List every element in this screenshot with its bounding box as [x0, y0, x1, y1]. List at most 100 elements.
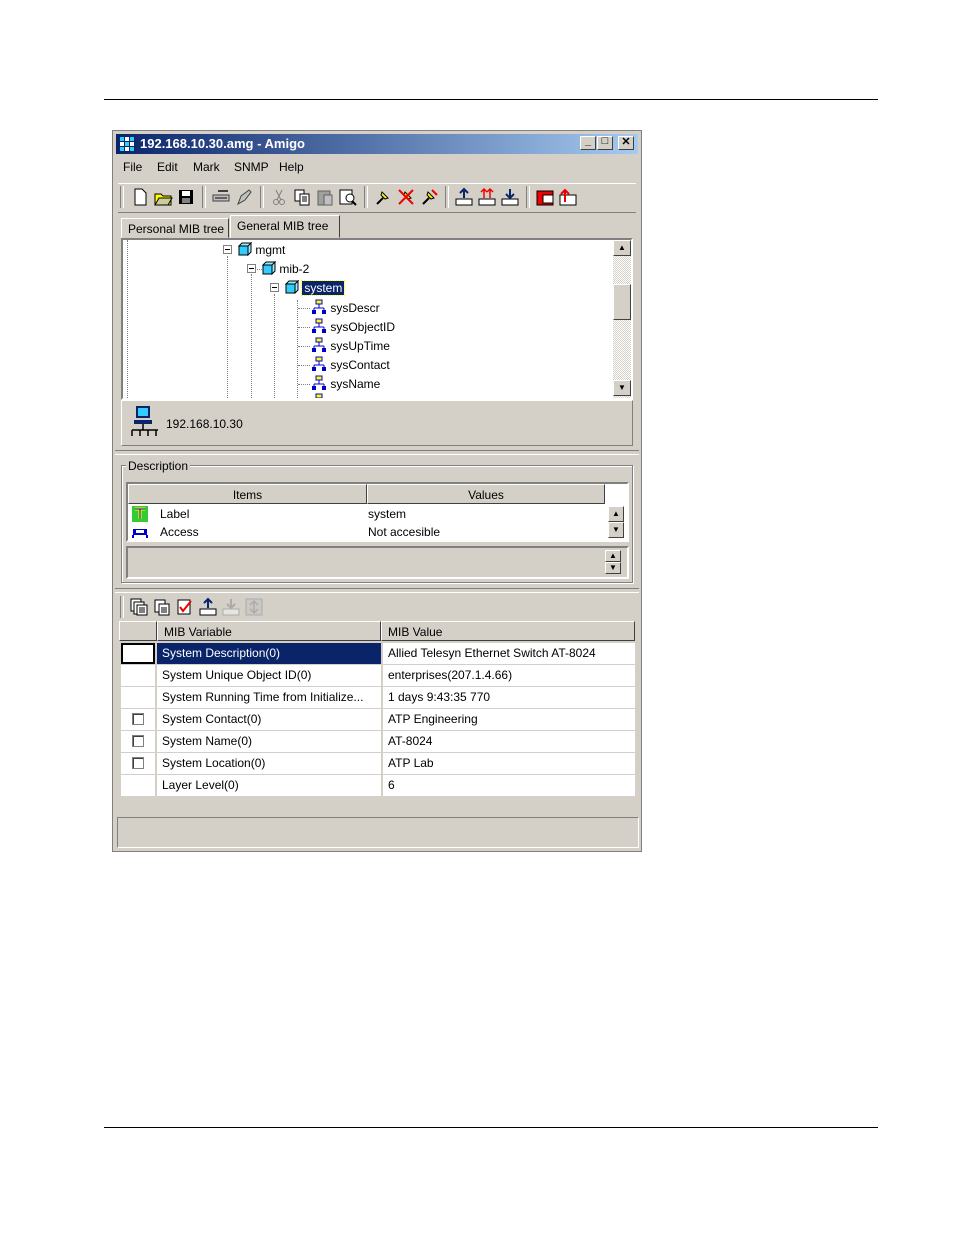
pane-splitter[interactable]	[115, 588, 639, 593]
scroll-down-button[interactable]: ▼	[613, 380, 631, 396]
maximize-button[interactable]: □	[597, 135, 613, 150]
tree-node-system[interactable]: system	[283, 279, 346, 298]
table-row[interactable]: Layer Level(0) 6	[119, 775, 635, 797]
column-header-mib-variable[interactable]: MIB Variable	[157, 621, 381, 641]
close-button[interactable]: ✕	[618, 136, 634, 150]
mib-value-cell[interactable]: ATP Lab	[383, 753, 635, 774]
new-icon[interactable]	[129, 186, 151, 208]
mib-value-cell[interactable]: 1 days 9:43:35 770	[383, 687, 635, 708]
set-disabled-icon[interactable]	[220, 596, 242, 618]
tree-leaf-sysdescr[interactable]: sysDescr	[311, 299, 380, 317]
tree-leaf-partial	[311, 393, 327, 398]
title-bar[interactable]: 192.168.10.30.amg - Amigo _ □ ✕	[116, 134, 638, 154]
row-selector[interactable]	[121, 665, 155, 686]
tree-node-mgmt[interactable]: mgmt	[236, 241, 285, 260]
scroll-down-button[interactable]: ▼	[608, 522, 624, 538]
main-toolbar	[118, 183, 636, 213]
mib-variable-cell[interactable]: Layer Level(0)	[157, 775, 381, 796]
tab-personal-mib-tree[interactable]: Personal MIB tree	[121, 218, 229, 238]
menu-mark[interactable]: Mark	[193, 160, 220, 174]
mib-variable-cell[interactable]: System Unique Object ID(0)	[157, 665, 381, 686]
pane-splitter[interactable]	[115, 450, 639, 455]
tree-node-label: sysName	[330, 377, 381, 391]
row-selector[interactable]	[121, 775, 155, 796]
get-icon[interactable]	[197, 596, 219, 618]
copy-icon[interactable]	[291, 186, 313, 208]
find-icon[interactable]	[337, 186, 359, 208]
mib-value-cell[interactable]: ATP Engineering	[383, 709, 635, 730]
mib-value-cell[interactable]: AT-8024	[383, 731, 635, 752]
tree-leaf-sysname[interactable]: sysName	[311, 375, 380, 393]
set-checkbox[interactable]	[132, 713, 144, 725]
column-header-values[interactable]: Values	[367, 484, 605, 504]
mib-variable-cell[interactable]: System Name(0)	[157, 731, 381, 752]
mib-value-cell[interactable]: enterprises(207.1.4.66)	[383, 665, 635, 686]
edit-icon[interactable]	[233, 186, 255, 208]
table-row[interactable]: System Name(0) AT-8024	[119, 731, 635, 753]
tree-node-label: mib-2	[279, 262, 310, 276]
trap-icon[interactable]	[557, 186, 579, 208]
get-next-icon[interactable]	[476, 186, 498, 208]
collapse-system-toggle[interactable]	[270, 283, 279, 292]
row-selector[interactable]	[121, 643, 155, 664]
detail-spin-up[interactable]: ▲	[605, 550, 621, 562]
tree-node-mib-2[interactable]: mib-2	[260, 260, 310, 279]
cut-icon[interactable]	[268, 186, 290, 208]
menu-edit[interactable]: Edit	[157, 160, 178, 174]
paste-icon[interactable]	[314, 186, 336, 208]
check-icon[interactable]	[174, 596, 196, 618]
table-row[interactable]: System Contact(0) ATP Engineering	[119, 709, 635, 731]
scroll-thumb[interactable]	[613, 284, 631, 320]
tree-leaf-sysobjectid[interactable]: sysObjectID	[311, 318, 395, 336]
set-checkbox[interactable]	[132, 757, 144, 769]
unmark-icon[interactable]	[395, 186, 417, 208]
table-row[interactable]: System Location(0) ATP Lab	[119, 753, 635, 775]
tree-leaf-syscontact[interactable]: sysContact	[311, 356, 390, 374]
collapse-mgmt-toggle[interactable]	[223, 245, 232, 254]
scroll-up-button[interactable]: ▲	[608, 506, 624, 522]
open-icon[interactable]	[152, 186, 174, 208]
mib-value-cell[interactable]: Allied Telesyn Ethernet Switch AT-8024	[383, 643, 635, 664]
table-row[interactable]: System Description(0) Allied Telesyn Eth…	[119, 643, 635, 665]
trap-disabled-icon[interactable]	[243, 596, 265, 618]
get-icon[interactable]	[453, 186, 475, 208]
tree-node-label: sysObjectID	[330, 320, 396, 334]
walk-icon[interactable]	[499, 186, 521, 208]
column-header-mib-value[interactable]: MIB Value	[381, 621, 635, 641]
table-row[interactable]: System Unique Object ID(0) enterprises(2…	[119, 665, 635, 687]
tree-leaf-sysuptime[interactable]: sysUpTime	[311, 337, 390, 355]
row-selector[interactable]	[121, 687, 155, 708]
row-selector[interactable]	[121, 731, 155, 752]
mib-variable-cell[interactable]: System Contact(0)	[157, 709, 381, 730]
table-row[interactable]: System Running Time from Initialize... 1…	[119, 687, 635, 709]
scroll-up-button[interactable]: ▲	[613, 240, 631, 256]
mib-value-cell[interactable]: 6	[383, 775, 635, 796]
menu-help[interactable]: Help	[279, 160, 304, 174]
mib-variable-cell[interactable]: System Running Time from Initialize...	[157, 687, 381, 708]
toolbar-separator	[202, 186, 206, 208]
save-icon[interactable]	[175, 186, 197, 208]
column-header-items[interactable]: Items	[128, 484, 367, 504]
tree-guide-line	[298, 308, 310, 310]
detail-spin-down[interactable]: ▼	[605, 562, 621, 574]
tab-general-mib-tree[interactable]: General MIB tree	[230, 215, 340, 238]
mark-icon[interactable]	[372, 186, 394, 208]
collapse-mib-2-toggle[interactable]	[247, 264, 256, 273]
mib-variable-cell[interactable]: System Description(0)	[157, 643, 381, 664]
description-row[interactable]: Label system	[128, 506, 606, 524]
mark-all-icon[interactable]	[418, 186, 440, 208]
description-row[interactable]: Access Not accesible	[128, 524, 606, 540]
mib-variable-cell[interactable]: System Location(0)	[157, 753, 381, 774]
get-all-icon[interactable]	[128, 596, 150, 618]
set-icon[interactable]	[534, 186, 556, 208]
description-value: system	[368, 507, 407, 521]
menu-file[interactable]: File	[123, 160, 142, 174]
menu-snmp[interactable]: SNMP	[234, 160, 269, 174]
connect-icon[interactable]	[210, 186, 232, 208]
row-selector[interactable]	[121, 753, 155, 774]
toolbar-separator	[260, 186, 264, 208]
get-marked-icon[interactable]	[151, 596, 173, 618]
minimize-button[interactable]: _	[580, 135, 596, 150]
set-checkbox[interactable]	[132, 735, 144, 747]
row-selector[interactable]	[121, 709, 155, 730]
